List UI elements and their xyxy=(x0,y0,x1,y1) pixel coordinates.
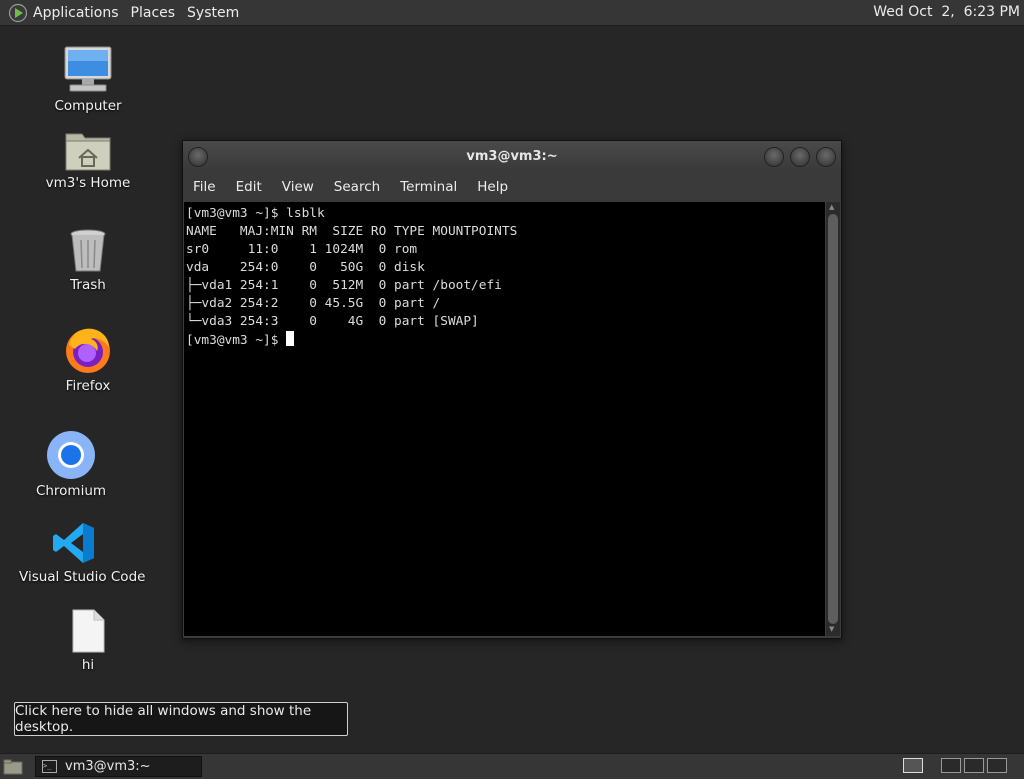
desktop-icon-label: hi xyxy=(81,657,95,673)
minimize-button[interactable] xyxy=(764,147,784,167)
computer-icon xyxy=(64,46,112,92)
trash-icon xyxy=(70,229,106,272)
desktop-icon-vscode[interactable]: Visual Studio Code xyxy=(19,520,146,585)
close-button[interactable] xyxy=(816,147,836,167)
menu-file[interactable]: File xyxy=(183,179,226,195)
vscode-icon xyxy=(53,523,94,563)
menu-edit[interactable]: Edit xyxy=(226,179,272,195)
terminal-line: ├─vda2 254:2 0 45.5G 0 part / xyxy=(186,296,441,311)
desktop-icon-hi[interactable]: hi xyxy=(33,608,143,673)
menu-terminal[interactable]: Terminal xyxy=(390,179,467,195)
desktop-icon-chromium[interactable]: Chromium xyxy=(16,430,126,499)
main-menu-logo-icon[interactable] xyxy=(7,2,29,24)
desktop-icon-home[interactable]: vm3's Home xyxy=(33,128,143,191)
applications-menu[interactable]: Applications xyxy=(29,5,125,21)
show-desktop-tooltip: Click here to hide all windows and show … xyxy=(14,702,348,736)
terminal-output[interactable]: [vm3@vm3 ~]$ lsblk NAME MAJ:MIN RM SIZE … xyxy=(184,202,825,636)
clock[interactable]: Wed Oct 2, 6:23 PM xyxy=(873,4,1020,20)
home-folder-icon xyxy=(65,133,111,171)
desktop-icon-firefox[interactable]: Firefox xyxy=(33,325,143,394)
scrollbar-thumb[interactable] xyxy=(828,214,838,624)
scroll-down-arrow-icon[interactable]: ▼ xyxy=(829,625,834,633)
terminal-menubar: File Edit View Search Terminal Help xyxy=(183,172,841,202)
desktop-icon-label: Chromium xyxy=(35,483,107,499)
terminal-scrollbar[interactable]: ▲ ▼ xyxy=(826,202,840,636)
scroll-up-arrow-icon[interactable]: ▲ xyxy=(829,203,834,211)
terminal-cursor xyxy=(286,331,295,346)
top-panel: Applications Places System Wed Oct 2, 6:… xyxy=(0,0,1024,26)
terminal-line: ├─vda1 254:1 0 512M 0 part /boot/efi xyxy=(186,278,502,293)
terminal-window[interactable]: vm3@vm3:~ File Edit View Search Terminal… xyxy=(182,140,842,639)
taskbar-terminal-button[interactable]: >_ vm3@vm3:~ xyxy=(35,756,202,777)
system-menu[interactable]: System xyxy=(181,5,245,21)
desktop-icon-label: vm3's Home xyxy=(45,175,131,191)
taskbar-task-label: vm3@vm3:~ xyxy=(65,759,151,774)
show-desktop-button[interactable] xyxy=(3,758,23,775)
desktop-icon-label: Firefox xyxy=(65,378,111,394)
menu-search[interactable]: Search xyxy=(324,179,390,195)
desktop-icon-label: Computer xyxy=(54,98,122,114)
terminal-line: NAME MAJ:MIN RM SIZE RO TYPE MOUNTPOINTS xyxy=(186,224,518,239)
workspace-3[interactable] xyxy=(964,758,984,773)
desktop-icon-label: Trash xyxy=(70,277,106,293)
bottom-panel: >_ vm3@vm3:~ xyxy=(0,753,1024,779)
terminal-line: vda 254:0 0 50G 0 disk xyxy=(186,260,425,275)
desktop-icon-computer[interactable]: Computer xyxy=(33,45,143,114)
show-desktop-icon xyxy=(3,759,23,775)
desktop-icon-trash[interactable]: Trash xyxy=(33,228,143,293)
terminal-line: └─vda3 254:3 0 4G 0 part [SWAP] xyxy=(186,314,479,329)
window-title: vm3@vm3:~ xyxy=(466,149,558,164)
desktop-icon-label: Visual Studio Code xyxy=(19,569,146,585)
terminal-prompt: [vm3@vm3 ~]$ xyxy=(186,333,287,348)
workspace-2[interactable] xyxy=(941,758,961,773)
window-titlebar[interactable]: vm3@vm3:~ xyxy=(183,141,841,172)
workspace-1[interactable] xyxy=(903,758,923,773)
chromium-icon xyxy=(47,431,95,479)
maximize-button[interactable] xyxy=(790,147,810,167)
terminal-icon: >_ xyxy=(42,760,57,773)
file-icon xyxy=(72,609,105,653)
menu-view[interactable]: View xyxy=(272,179,324,195)
places-menu[interactable]: Places xyxy=(125,5,182,21)
terminal-line: [vm3@vm3 ~]$ lsblk xyxy=(186,206,325,221)
menu-help[interactable]: Help xyxy=(467,179,518,195)
firefox-icon xyxy=(66,328,110,373)
terminal-line: sr0 11:0 1 1024M 0 rom xyxy=(186,242,418,257)
workspace-4[interactable] xyxy=(987,758,1007,773)
